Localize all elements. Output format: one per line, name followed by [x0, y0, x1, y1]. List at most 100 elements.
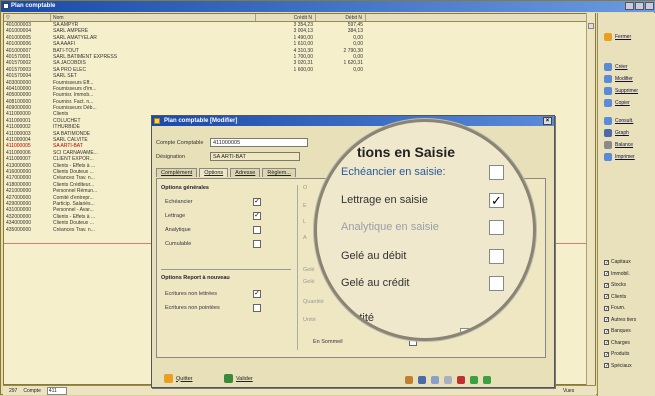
- checkbox[interactable]: ✓: [604, 340, 609, 346]
- class-filter-5[interactable]: ✓ Autres tiers: [604, 317, 636, 323]
- designation-field-label: Désignation: [156, 154, 186, 160]
- checkbox[interactable]: ✓: [604, 328, 609, 334]
- divider: [161, 269, 291, 270]
- class-filter-7[interactable]: ✓ Charges: [604, 340, 630, 346]
- action-label: Consult.: [615, 118, 634, 124]
- action-label: Balance: [615, 142, 634, 148]
- account-field-label: Compte Comptable: [156, 140, 204, 146]
- option-label: Ecritures non lettrées: [165, 291, 217, 297]
- tool-icon-3[interactable]: [431, 376, 439, 384]
- checkbox[interactable]: ✓: [604, 317, 609, 323]
- magnifier-checkbox[interactable]: [489, 249, 504, 264]
- tab-address[interactable]: Adresse: [230, 168, 261, 177]
- divider: [297, 185, 298, 350]
- magnifier-option-label: Lettrage en saisie: [341, 194, 428, 206]
- action-button-7[interactable]: Balance: [604, 141, 633, 149]
- window-titlebar: Plan comptable: [1, 1, 655, 12]
- class-filter-2[interactable]: ✓ Stocks: [604, 282, 626, 288]
- tab-options[interactable]: Options: [199, 168, 229, 177]
- quit-label: Quitter: [176, 375, 193, 382]
- prev-arrow-icon[interactable]: [470, 376, 478, 384]
- option-label: Echéancier: [165, 199, 193, 205]
- column-header-credit[interactable]: Crédit N: [256, 14, 316, 21]
- class-filter-8[interactable]: ✓ Produits: [604, 351, 629, 357]
- tool-icon-5[interactable]: [457, 376, 465, 384]
- action-icon: [604, 117, 612, 125]
- vertical-scrollbar[interactable]: [586, 13, 595, 385]
- option-label: Quantité: [303, 299, 324, 305]
- magnifier-checkbox[interactable]: [489, 276, 504, 291]
- action-button-3[interactable]: Supprimer: [604, 87, 638, 95]
- option-checkbox[interactable]: [253, 226, 261, 234]
- dialog-close-button[interactable]: ×: [543, 117, 552, 125]
- action-label: Modifier: [615, 76, 633, 82]
- account-field[interactable]: 411000005: [210, 138, 308, 147]
- tool-icon-1[interactable]: [405, 376, 413, 384]
- designation-field[interactable]: SA ARTI-BAT: [210, 152, 300, 161]
- sort-column-header[interactable]: ▽: [4, 14, 51, 21]
- tool-icon-4[interactable]: [444, 376, 452, 384]
- action-button-5[interactable]: Consult.: [604, 117, 633, 125]
- action-button-4[interactable]: Copier: [604, 99, 630, 107]
- close-button[interactable]: [645, 2, 654, 10]
- magnifier-corner-icon: [516, 146, 526, 156]
- action-button-6[interactable]: Graph: [604, 129, 629, 137]
- checkbox[interactable]: ✓: [604, 351, 609, 357]
- class-filter-6[interactable]: ✓ Banques: [604, 328, 631, 334]
- minimize-button[interactable]: [625, 2, 634, 10]
- class-filter-4[interactable]: ✓ Fourn.: [604, 305, 625, 311]
- magnifier-title: tions en Saisie: [357, 144, 456, 160]
- magnifier-checkbox[interactable]: ✓: [489, 193, 504, 208]
- option-label: Lettrage: [165, 213, 186, 219]
- magnifier-checkbox[interactable]: [489, 165, 504, 180]
- option-label: L: [303, 219, 307, 225]
- magnifier-lens: tions en Saisie Echéancier en saisie: Let…: [314, 119, 536, 341]
- checkbox[interactable]: ✓: [604, 363, 609, 369]
- scroll-up-arrow[interactable]: [588, 23, 594, 29]
- option-checkbox[interactable]: ✓: [253, 198, 261, 206]
- action-button-8[interactable]: Imprimer: [604, 153, 635, 161]
- action-icon: [604, 87, 612, 95]
- table-cell: 435000000: [6, 226, 32, 233]
- checkbox[interactable]: ✓: [604, 294, 609, 300]
- next-arrow-icon[interactable]: [483, 376, 491, 384]
- tab-payment[interactable]: Règlem...: [262, 168, 296, 177]
- window-title: Plan comptable: [11, 3, 56, 9]
- tab-complement[interactable]: Complément: [156, 168, 198, 177]
- quit-button[interactable]: Quitter: [164, 374, 193, 383]
- account-label: Compte: [23, 388, 41, 394]
- option-checkbox[interactable]: [253, 304, 261, 312]
- action-button-2[interactable]: Modifier: [604, 75, 633, 83]
- maximize-button[interactable]: [635, 2, 644, 10]
- action-button-0[interactable]: Fermer: [604, 33, 631, 41]
- checkbox[interactable]: ✓: [604, 282, 609, 288]
- validate-button[interactable]: Valider: [224, 374, 253, 383]
- option-checkbox[interactable]: ✓: [253, 212, 261, 220]
- magnifier-option-label: Gelé au crédit: [341, 277, 410, 289]
- checkbox-label: Produits: [611, 351, 630, 357]
- validate-label: Valider: [236, 375, 253, 382]
- option-checkbox[interactable]: [253, 240, 261, 248]
- class-filter-9[interactable]: ✓ Spéciaux: [604, 363, 632, 369]
- dialog-tabs: Complément Options Adresse Règlem...: [156, 168, 296, 177]
- option-label: A: [303, 235, 307, 241]
- magnifier-checkbox[interactable]: [489, 220, 504, 235]
- checkbox-label: Fourn.: [611, 305, 626, 311]
- right-panel: Fermer Créer Modifier Supprimer Copier Consul…: [597, 13, 655, 396]
- checkbox-label: Spéciaux: [611, 362, 632, 369]
- column-header-name[interactable]: Nom: [51, 14, 256, 21]
- action-icon: [604, 141, 612, 149]
- class-filter-1[interactable]: ✓ Immobil.: [604, 271, 630, 277]
- option-label: Ecritures non pointées: [165, 305, 220, 311]
- account-search-input[interactable]: 411: [46, 387, 67, 395]
- option-checkbox[interactable]: ✓: [253, 290, 261, 298]
- action-button-1[interactable]: Créer: [604, 63, 628, 71]
- checkbox[interactable]: ✓: [604, 259, 609, 265]
- checkbox[interactable]: ✓: [604, 271, 609, 277]
- app-icon: [3, 3, 9, 9]
- checkbox[interactable]: ✓: [604, 305, 609, 311]
- class-filter-0[interactable]: ✓ Capitaux: [604, 259, 631, 265]
- column-header-debit[interactable]: Débit N: [316, 14, 366, 21]
- class-filter-3[interactable]: ✓ Clients: [604, 294, 626, 300]
- tool-icon-2[interactable]: [418, 376, 426, 384]
